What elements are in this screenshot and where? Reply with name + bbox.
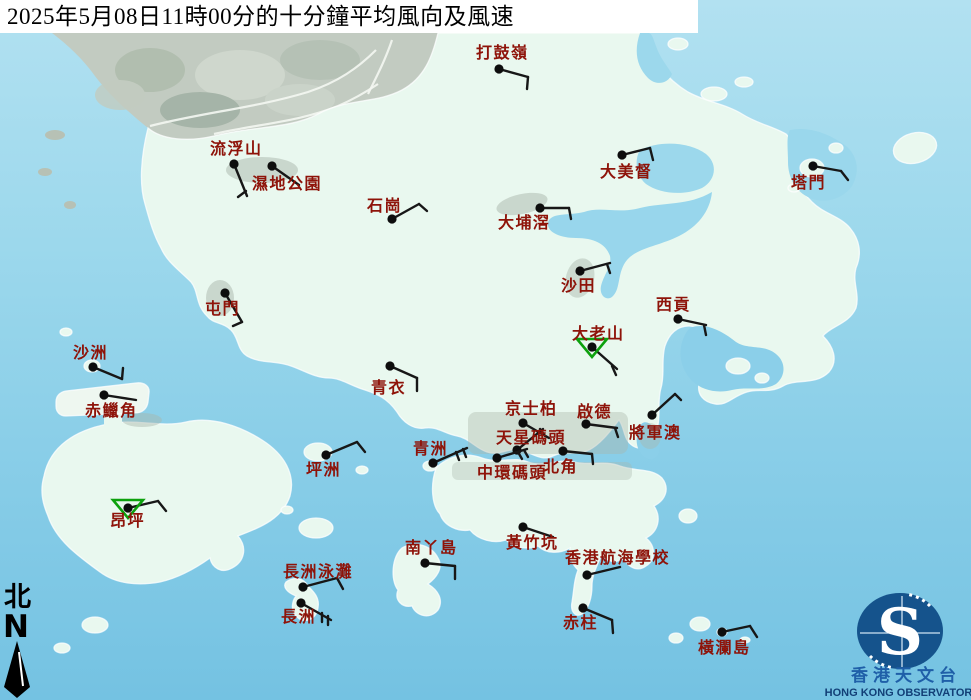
station-marker	[647, 410, 656, 419]
station-label: 沙田	[561, 277, 596, 295]
station-marker	[428, 458, 437, 467]
station-marker	[518, 418, 527, 427]
station-marker	[492, 453, 501, 462]
hko-logo-monogram: S	[877, 595, 923, 670]
wind-barb	[527, 77, 528, 89]
wind-barb	[592, 454, 593, 464]
hko-logo-name-english: HONG KONG OBSERVATORY	[825, 687, 971, 699]
station-marker	[321, 450, 330, 459]
station-marker	[220, 288, 229, 297]
station-marker	[267, 161, 276, 170]
station-label: 濕地公園	[252, 174, 322, 193]
north-label-n: N	[3, 609, 29, 645]
station-label: 大美督	[600, 162, 653, 181]
station-label: 屯門	[205, 299, 240, 318]
station-label: 橫瀾島	[698, 638, 751, 657]
map-canvas: 打鼓嶺流浮山濕地公園石崗 大美督塔門大埔滘沙田屯門 西貢大老山沙洲赤鱲角 青衣京士柏啟…	[0, 0, 971, 700]
station-marker	[518, 522, 527, 531]
station-marker	[617, 150, 626, 159]
wind-map: 打鼓嶺流浮山濕地公園石崗 大美督塔門大埔滘沙田屯門 西貢大老山沙洲赤鱲角 青衣京士柏啟…	[0, 0, 971, 700]
station-label: 京士柏	[505, 399, 558, 418]
north-arrow: 北 N	[3, 582, 31, 698]
station-marker	[575, 266, 584, 275]
station-label: 赤鱲角	[85, 401, 138, 420]
station-marker	[673, 314, 682, 323]
station-label: 香港航海學校	[564, 548, 670, 567]
station-label: 青洲	[413, 439, 448, 458]
station-marker	[420, 558, 429, 567]
hko-logo-name-chinese: 香港天文台	[851, 665, 961, 685]
wind-barb	[122, 368, 123, 379]
station-label: 青衣	[371, 378, 406, 397]
station-label: 南丫島	[405, 538, 458, 557]
station-marker	[578, 603, 587, 612]
station-label: 流浮山	[210, 139, 263, 158]
station-marker	[587, 342, 596, 351]
station-label: 坪洲	[306, 461, 341, 479]
station-label: 打鼓嶺	[476, 43, 529, 62]
station-marker	[88, 362, 97, 371]
station-label: 大埔滘	[498, 213, 551, 232]
station-label: 將軍澳	[629, 423, 682, 442]
station-label: 中環碼頭	[477, 463, 547, 482]
station-label: 黃竹坑	[505, 533, 559, 552]
station-label: 沙洲	[73, 344, 108, 362]
station-label: 昂坪	[110, 512, 145, 530]
station-label: 西貢	[656, 296, 691, 314]
station-label: 北角	[543, 457, 578, 476]
map-title: 2025年5月08日11時00分的十分鐘平均風向及風速	[0, 0, 698, 33]
station-marker	[99, 390, 108, 399]
station-marker	[582, 570, 591, 579]
station-marker	[229, 159, 238, 168]
wind-barb	[612, 620, 613, 633]
station-marker	[558, 446, 567, 455]
station-label: 大老山	[572, 324, 625, 343]
station-marker	[298, 582, 307, 591]
station-marker	[296, 598, 305, 607]
station-marker	[123, 503, 132, 512]
station-label: 啟德	[577, 402, 612, 421]
station-label: 赤柱	[563, 613, 598, 632]
station-marker	[717, 627, 726, 636]
station-label: 塔門	[791, 173, 826, 192]
station-label: 石崗	[366, 196, 402, 215]
station-label: 長洲	[281, 608, 316, 626]
station-label: 長洲泳灘	[283, 562, 353, 581]
station-marker	[387, 214, 396, 223]
station-marker	[494, 64, 503, 73]
station-marker	[808, 161, 817, 170]
station-marker	[385, 361, 394, 370]
station-marker	[535, 203, 544, 212]
station-label: 天星碼頭	[496, 429, 566, 447]
